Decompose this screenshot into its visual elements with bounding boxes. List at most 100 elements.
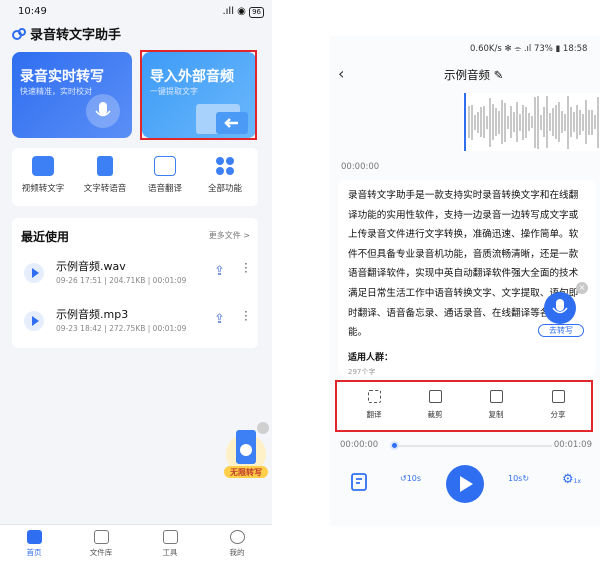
tool-label: 视频转文字 bbox=[21, 184, 65, 194]
action-copy[interactable]: 复制 bbox=[471, 390, 521, 420]
waveform-bar bbox=[585, 100, 587, 144]
play-icon[interactable] bbox=[24, 311, 44, 331]
waveform-bar bbox=[510, 106, 512, 138]
play-icon[interactable] bbox=[24, 263, 44, 283]
action-label: 复制 bbox=[488, 410, 504, 419]
app-header: 录音转文字助手 bbox=[12, 24, 252, 44]
action-share[interactable]: 分享 bbox=[533, 390, 583, 420]
action-label: 裁剪 bbox=[427, 410, 443, 419]
transcript-view-icon[interactable] bbox=[350, 472, 368, 492]
nav-files[interactable]: 文件库 bbox=[76, 530, 126, 558]
close-icon[interactable]: × bbox=[576, 282, 588, 294]
waveform-bar bbox=[492, 104, 494, 140]
list-item[interactable]: 示例音频.mp3 09-23 18:42 | 272.75KB | 00:01:… bbox=[20, 304, 250, 340]
waveform-bar bbox=[483, 106, 485, 138]
waveform-bar bbox=[570, 107, 572, 137]
waveform-bar bbox=[582, 113, 584, 131]
waveform-bar bbox=[468, 106, 470, 138]
nav-tools[interactable]: 工具 bbox=[145, 530, 195, 558]
back-icon[interactable]: ‹ bbox=[338, 64, 344, 83]
card-subtitle: 快速精准，实时校对 bbox=[20, 87, 92, 96]
title-text: 示例音频 bbox=[444, 68, 490, 82]
translate-icon bbox=[367, 390, 381, 403]
promo-label: 无限转写 bbox=[230, 468, 262, 477]
share-icon[interactable]: ⇪ bbox=[214, 312, 225, 327]
waveform[interactable] bbox=[462, 93, 600, 151]
waveform-bar bbox=[561, 111, 563, 133]
action-bar: 翻译 裁剪 复制 分享 bbox=[335, 380, 593, 432]
tool-label: 文字转语音 bbox=[83, 184, 127, 194]
waveform-bar bbox=[534, 96, 536, 148]
char-count: 297个字 bbox=[348, 368, 376, 376]
waveform-bar bbox=[567, 95, 569, 149]
action-crop[interactable]: 裁剪 bbox=[410, 390, 460, 420]
nav-profile[interactable]: 我的 bbox=[212, 530, 262, 558]
waveform-bar bbox=[546, 96, 548, 148]
waveform-bar bbox=[471, 104, 473, 140]
speed-label: 1x bbox=[573, 478, 582, 485]
waveform-bar bbox=[558, 102, 560, 142]
tool-voice-translate[interactable]: 语音翻译 bbox=[136, 156, 194, 194]
nav-label: 首页 bbox=[26, 548, 42, 557]
waveform-bar bbox=[555, 105, 557, 139]
file-name: 示例音频.mp3 bbox=[56, 308, 129, 321]
waveform-bar bbox=[516, 102, 518, 142]
playback-progress: 00:00:00 00:01:09 bbox=[340, 436, 596, 456]
card-title: 录音实时转写 bbox=[20, 69, 104, 85]
page-title: 示例音频 ✎ bbox=[444, 67, 503, 83]
progress-track[interactable] bbox=[392, 445, 552, 447]
promo-badge[interactable]: 无限转写 bbox=[222, 420, 270, 482]
crop-icon bbox=[428, 390, 442, 403]
waveform-bar bbox=[480, 107, 482, 137]
waveform-bar bbox=[531, 116, 533, 128]
file-meta: 09-23 18:42 | 272.75KB | 00:01:09 bbox=[56, 324, 187, 333]
waveform-bar bbox=[519, 113, 521, 131]
list-item[interactable]: 示例音频.wav 09-26 17:51 | 204.71KB | 00:01:… bbox=[20, 256, 250, 292]
more-icon[interactable]: · · · bbox=[244, 258, 248, 278]
rewind-10s-button[interactable]: ↺10s bbox=[400, 474, 421, 483]
share-icon[interactable]: ⇪ bbox=[214, 264, 225, 279]
file-meta: 09-26 17:51 | 204.71KB | 00:01:09 bbox=[56, 276, 187, 285]
profile-icon bbox=[229, 530, 245, 544]
more-icon[interactable]: · · · bbox=[244, 306, 248, 326]
waveform-bar bbox=[552, 108, 554, 136]
record-realtime-card[interactable]: 录音实时转写 快速精准，实时校对 bbox=[12, 52, 132, 138]
bottom-nav: 首页 文件库 工具 我的 bbox=[0, 524, 272, 563]
home-icon bbox=[26, 530, 42, 544]
waveform-bar bbox=[579, 109, 581, 135]
waveform-bar bbox=[498, 110, 500, 134]
microphone-icon bbox=[544, 292, 576, 324]
file-name: 示例音频.wav bbox=[56, 260, 126, 273]
app-logo-icon bbox=[12, 28, 26, 40]
waveform-bar bbox=[528, 113, 530, 131]
translate-icon bbox=[154, 156, 176, 176]
action-translate[interactable]: 翻译 bbox=[349, 390, 399, 420]
grid-icon bbox=[216, 157, 234, 175]
playhead-line bbox=[464, 93, 466, 151]
waveform-bar bbox=[525, 106, 527, 138]
edit-icon[interactable]: ✎ bbox=[494, 68, 504, 82]
progress-handle[interactable] bbox=[390, 441, 399, 450]
recent-section: 最近使用 更多文件 > 示例音频.wav 09-26 17:51 | 204.7… bbox=[12, 218, 258, 348]
microphone-icon bbox=[86, 94, 120, 128]
nav-label: 工具 bbox=[162, 548, 178, 557]
waveform-bar bbox=[564, 113, 566, 131]
battery-icon: 96 bbox=[249, 7, 264, 18]
waveform-bar bbox=[507, 115, 509, 129]
forward-10s-button[interactable]: 10s↻ bbox=[508, 474, 529, 483]
play-button[interactable] bbox=[446, 465, 484, 503]
speed-settings-icon[interactable]: ⚙1x bbox=[562, 472, 581, 487]
transcript-card: 录音转文字助手是一款支持实时录音转换文字和在线翻译功能的实用性软件，支持一边录音… bbox=[338, 180, 596, 376]
go-transcribe-button[interactable]: 去转写 bbox=[538, 292, 584, 342]
waveform-bar bbox=[489, 97, 491, 147]
waveform-bar bbox=[495, 108, 497, 136]
waveform-bar bbox=[504, 102, 506, 142]
more-files-link[interactable]: 更多文件 > bbox=[209, 230, 250, 241]
tool-text-to-speech[interactable]: 文字转语音 bbox=[76, 156, 134, 194]
waveform-bar bbox=[486, 115, 488, 129]
tool-video-to-text[interactable]: 视频转文字 bbox=[14, 156, 72, 194]
waveform-bar bbox=[474, 114, 476, 130]
tool-all-features[interactable]: 全部功能 bbox=[196, 156, 254, 194]
current-time: 00:00:00 bbox=[340, 440, 379, 450]
nav-home[interactable]: 首页 bbox=[9, 530, 59, 558]
